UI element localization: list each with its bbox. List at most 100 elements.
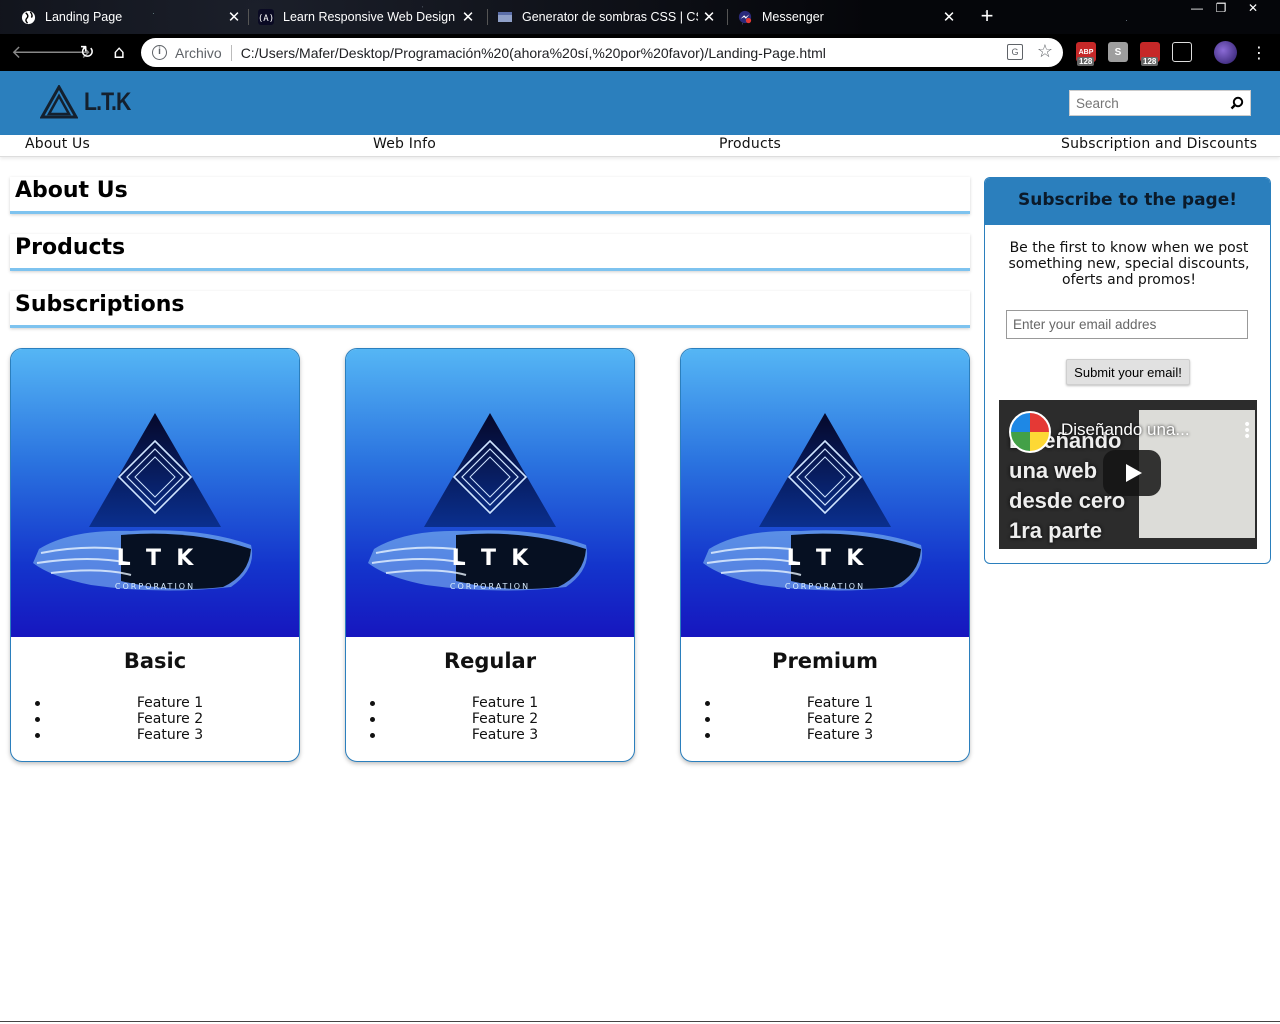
tab-separator (487, 9, 488, 25)
cssmatic-icon (497, 9, 513, 25)
browser-toolbar: 🡐 🡒 ↻ ⌂ i Archivo C:/Users/Mafer/Desktop… (0, 34, 1280, 71)
browser-tab-css-shadow[interactable]: Generator de sombras CSS | CSS ✕ (497, 0, 717, 34)
search-input[interactable] (1070, 91, 1220, 115)
logo-text: L.T.K (84, 87, 131, 116)
extension-badge: 128 (1077, 57, 1095, 66)
overlay-line: 1ra parte (1009, 518, 1102, 543)
globe-icon (20, 9, 36, 25)
search-icon[interactable] (1230, 96, 1244, 110)
site-info-icon[interactable]: i (152, 45, 167, 60)
forward-arrow-icon[interactable]: 🡒 (43, 42, 91, 64)
play-button-icon[interactable] (1103, 450, 1161, 496)
close-tab-icon[interactable]: ✕ (226, 9, 242, 26)
section-products: Products (10, 234, 970, 271)
extension-badge: 128 (1141, 57, 1159, 66)
feature-item: Feature 3 (35, 727, 275, 743)
translate-icon[interactable]: G (1007, 44, 1023, 60)
profile-avatar[interactable] (1214, 41, 1237, 64)
bookmark-star-icon[interactable]: ☆ (1037, 41, 1053, 62)
nav-link-subscription-discounts[interactable]: Subscription and Discounts (1061, 136, 1257, 152)
card-title: Premium (772, 649, 878, 673)
feature-item: Feature 2 (35, 711, 275, 727)
close-tab-icon[interactable]: ✕ (460, 9, 476, 26)
feature-item: Feature 1 (705, 695, 945, 711)
address-url[interactable]: C:/Users/Mafer/Desktop/Programación%20(a… (241, 45, 826, 61)
main-nav: About Us Web Info Products Subscription … (0, 135, 1280, 157)
card-art-letters: L T K (787, 546, 865, 571)
address-divider (230, 44, 232, 61)
subscription-card-regular[interactable]: L T K CORPORATION Regular Feature 1 Feat… (345, 348, 635, 762)
extension-label: S (1114, 46, 1122, 58)
channel-avatar[interactable] (1009, 411, 1051, 453)
new-tab-button[interactable]: + (977, 5, 997, 27)
feature-list: Feature 1 Feature 2 Feature 3 (705, 695, 945, 743)
card-title: Regular (443, 649, 537, 673)
nav-link-web-info[interactable]: Web Info (373, 136, 436, 152)
feature-item: Feature 2 (705, 711, 945, 727)
tab-title: Generator de sombras CSS | CSS (522, 10, 698, 24)
address-scheme-label: Archivo (175, 44, 222, 61)
submit-email-button[interactable]: Submit your email! (1066, 359, 1190, 385)
back-arrow-icon[interactable]: 🡐 (11, 42, 59, 64)
feature-item: Feature 3 (370, 727, 610, 743)
svg-text:(A): (A) (258, 14, 274, 24)
nav-link-about-us[interactable]: About Us (25, 136, 90, 152)
browser-tab-freecodecamp[interactable]: (A) Learn Responsive Web Design Pr ✕ (258, 0, 476, 34)
tab-title: Learn Responsive Web Design Pr (283, 10, 458, 24)
browser-tab-strip: Landing Page ✕ (A) Learn Responsive Web … (0, 0, 1280, 34)
section-heading: About Us (15, 178, 128, 203)
video-title[interactable]: Diseñando una... (1061, 420, 1190, 440)
site-header: L.T.K (0, 71, 1280, 135)
menu-kebab-icon[interactable]: ⋮ (1248, 42, 1270, 64)
tab-separator (248, 9, 249, 25)
subscription-card-basic[interactable]: L T K CORPORATION Basic Feature 1 Featur… (10, 348, 300, 762)
adblock-extension-icon[interactable]: ABP 128 (1076, 42, 1096, 66)
ltk-logo-icon: L T K CORPORATION (33, 413, 253, 591)
extension-label: ABP (1078, 48, 1094, 56)
subscribe-heading: Subscribe to the page! (1017, 190, 1238, 210)
browser-tab-messenger[interactable]: Messenger ✕ (737, 0, 957, 34)
triangle-logo-icon (40, 85, 78, 119)
close-window-icon[interactable]: ✕ (1240, 0, 1266, 18)
minimize-window-icon[interactable]: — (1184, 0, 1210, 18)
cast-extension-icon[interactable] (1172, 42, 1192, 62)
ltk-logo-icon: L T K CORPORATION (703, 413, 923, 591)
subscription-card-premium[interactable]: L T K CORPORATION Premium Feature 1 Feat… (680, 348, 970, 762)
ltk-card-artwork: L T K CORPORATION (346, 349, 634, 637)
card-title: Basic (123, 649, 187, 673)
subscribe-header: Subscribe to the page! (985, 178, 1270, 225)
page-bottom-border (0, 1021, 1280, 1022)
youtube-video-embed[interactable]: Diseñando una web desde cero 1ra parte D… (999, 400, 1257, 549)
feature-item: Feature 1 (35, 695, 275, 711)
subscribe-panel: Subscribe to the page! Be the first to k… (984, 177, 1271, 564)
freecodecamp-icon: (A) (258, 9, 274, 25)
web-page: L.T.K About Us Web Info Products Subscri… (0, 71, 1280, 1024)
close-tab-icon[interactable]: ✕ (701, 9, 717, 26)
card-art-letters: L T K (452, 546, 530, 571)
feature-list: Feature 1 Feature 2 Feature 3 (35, 695, 275, 743)
reload-icon[interactable]: ↻ (76, 42, 98, 64)
address-bar[interactable]: i Archivo C:/Users/Mafer/Desktop/Program… (141, 38, 1063, 67)
close-tab-icon[interactable]: ✕ (941, 9, 957, 26)
search-box[interactable] (1069, 90, 1251, 116)
email-field[interactable] (1006, 310, 1248, 339)
site-logo[interactable]: L.T.K (40, 85, 139, 119)
tab-separator (727, 9, 728, 25)
card-art-corporation: CORPORATION (115, 582, 195, 591)
feature-item: Feature 2 (370, 711, 610, 727)
s-extension-icon[interactable]: S (1108, 42, 1128, 62)
card-art-letters: L T K (117, 546, 195, 571)
feature-item: Feature 3 (705, 727, 945, 743)
messenger-icon (737, 9, 753, 25)
browser-tab-landing-page[interactable]: Landing Page ✕ (20, 0, 242, 34)
card-art-corporation: CORPORATION (785, 582, 865, 591)
feature-list: Feature 1 Feature 2 Feature 3 (370, 695, 610, 743)
subscribe-description: Be the first to know when we post someth… (1008, 240, 1250, 288)
ltk-logo-icon: L T K CORPORATION (368, 413, 588, 591)
nav-link-products[interactable]: Products (719, 136, 781, 152)
more-options-icon[interactable]: ••• (1243, 418, 1251, 444)
feature-item: Feature 1 (370, 695, 610, 711)
home-icon[interactable]: ⌂ (108, 42, 130, 64)
restore-window-icon[interactable]: ❐ (1208, 0, 1234, 18)
stop-extension-icon[interactable]: 128 (1140, 42, 1160, 66)
